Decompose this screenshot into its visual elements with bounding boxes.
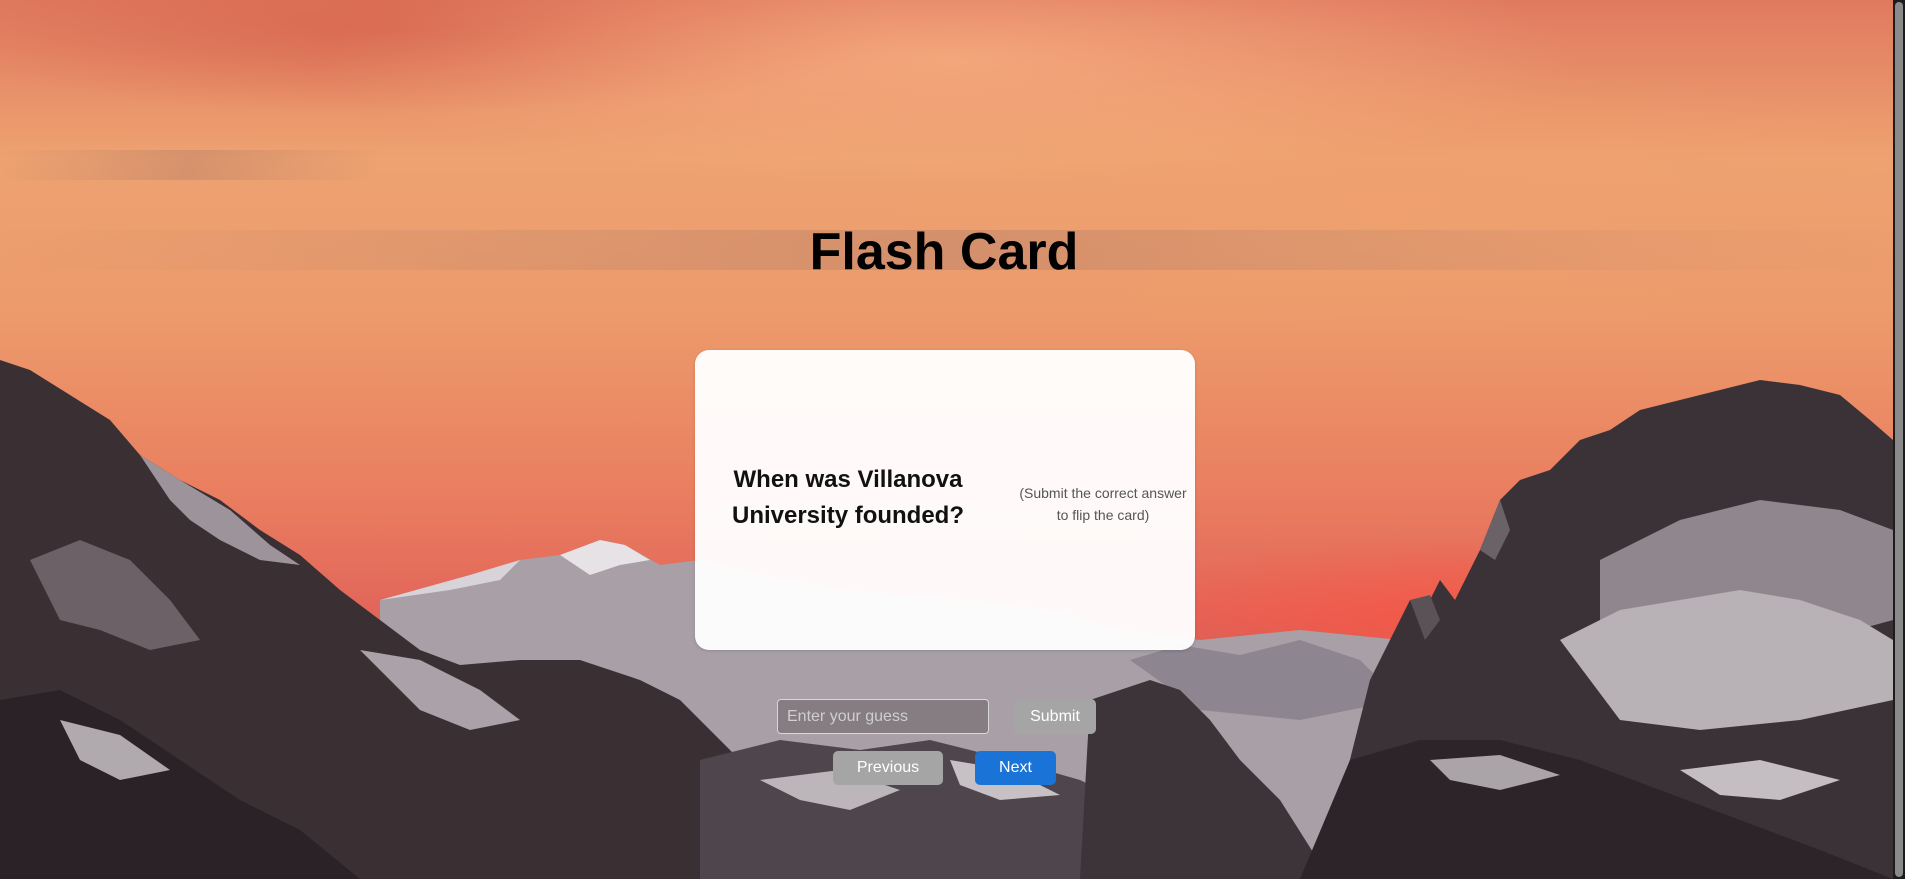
next-button[interactable]: Next <box>975 751 1056 785</box>
vertical-scrollbar-thumb[interactable] <box>1895 2 1903 877</box>
submit-button[interactable]: Submit <box>1014 699 1096 734</box>
flash-card-page: Flash Card When was Villanova University… <box>0 0 1905 879</box>
card-question: When was Villanova University founded? <box>731 466 965 529</box>
flash-card[interactable]: When was Villanova University founded? (… <box>695 350 1195 650</box>
page-title: Flash Card <box>809 223 1079 281</box>
card-hint: (Submit the correct answer to flip the c… <box>1019 485 1187 523</box>
guess-input[interactable] <box>777 699 989 734</box>
previous-button[interactable]: Previous <box>833 751 943 785</box>
